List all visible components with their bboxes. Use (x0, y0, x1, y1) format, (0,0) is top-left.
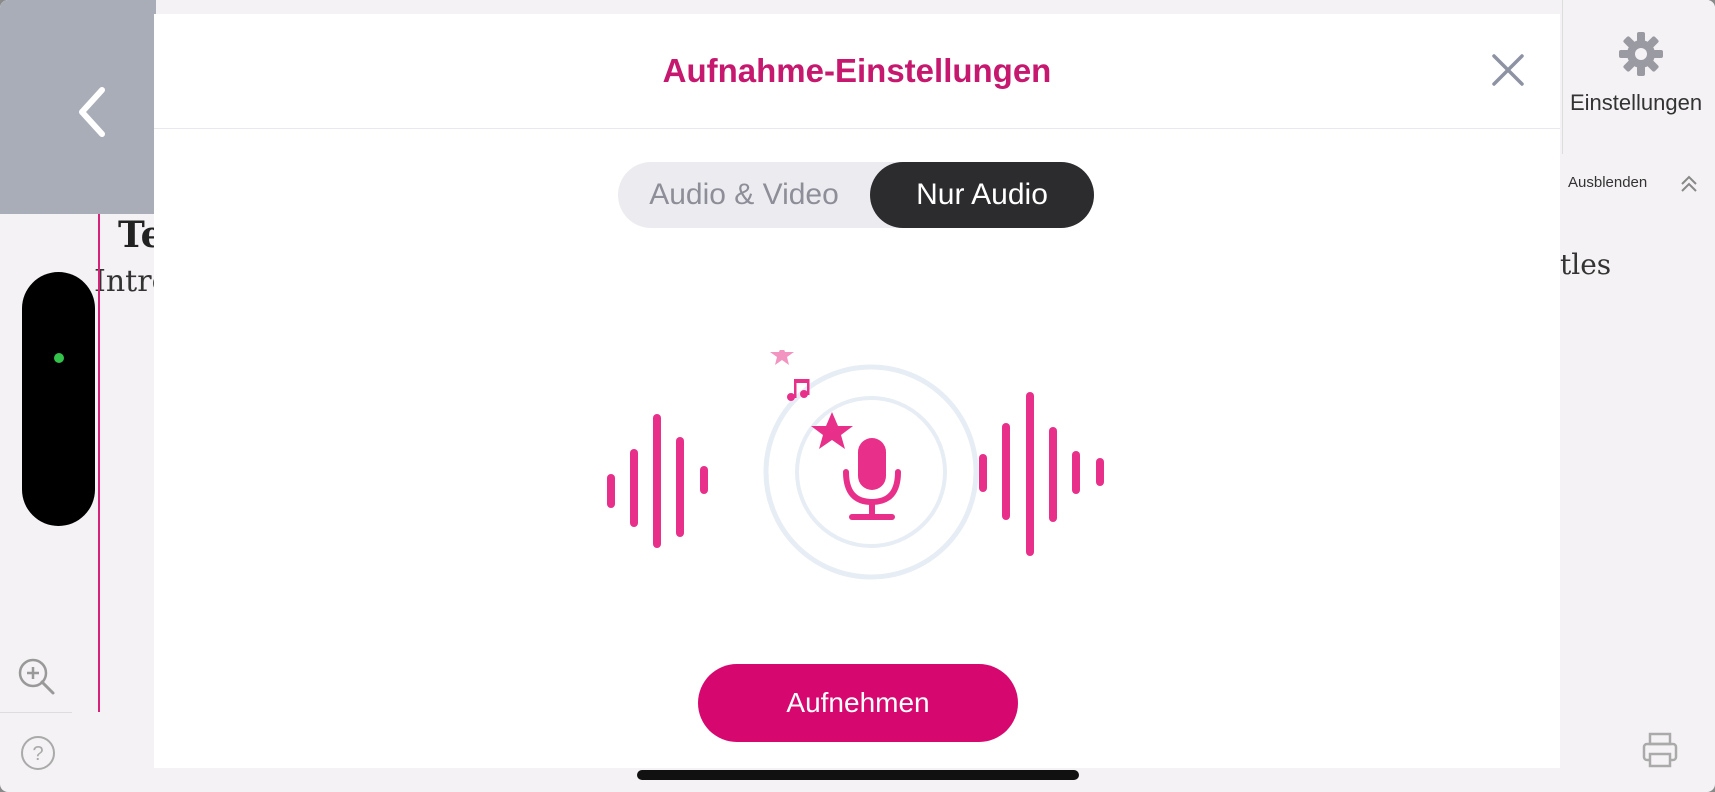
microphone-icon (843, 438, 901, 520)
record-button[interactable]: Aufnehmen (698, 664, 1018, 742)
star-icon (770, 350, 794, 365)
playback-cursor (98, 214, 100, 712)
recording-settings-modal: Aufnahme-Einstellungen Audio & Video Nur… (154, 14, 1560, 768)
recording-indicator-pill (22, 272, 95, 526)
segment-nur-audio[interactable]: Nur Audio (870, 162, 1094, 228)
chevron-left-icon (79, 87, 105, 137)
segment-audio-video[interactable]: Audio & Video (618, 162, 870, 228)
svg-text:?: ? (32, 743, 43, 765)
printer-icon[interactable] (1640, 730, 1680, 770)
microphone-illustration (607, 350, 1104, 580)
score-right-text: tles (1560, 248, 1612, 281)
star-icon (811, 412, 853, 449)
soundwave-right-icon (979, 392, 1104, 556)
status-dot (54, 353, 64, 363)
help-icon[interactable]: ? (20, 735, 56, 771)
modal-title: Aufnahme-Einstellungen (662, 52, 1052, 89)
back-button[interactable] (0, 0, 156, 214)
sidebar-divider (0, 712, 72, 713)
home-indicator (637, 770, 1079, 780)
zoom-in-icon[interactable] (16, 656, 56, 696)
soundwave-left-icon (607, 414, 708, 548)
double-chevron-up-icon (1681, 175, 1697, 192)
device-screen: Te Intro tles Einstellungen Ausblenden ?… (0, 0, 1715, 792)
modal-header: Aufnahme-Einstellungen (154, 14, 1560, 129)
settings-label: Einstellungen (1570, 90, 1703, 115)
gear-icon (1619, 32, 1663, 76)
ausblenden-button[interactable]: Ausblenden (1568, 174, 1647, 191)
mode-segmented-control: Audio & Video Nur Audio (618, 162, 1094, 228)
close-icon[interactable] (1490, 52, 1526, 88)
